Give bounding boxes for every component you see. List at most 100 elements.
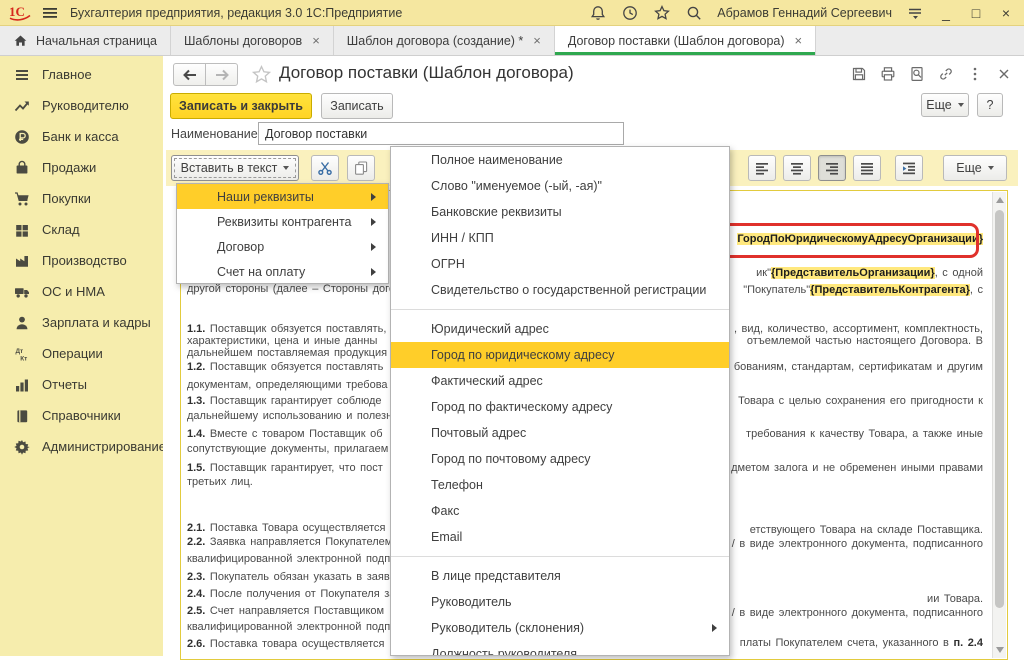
menu-item-label: Телефон [431, 478, 483, 492]
tab-3[interactable]: Договор поставки (Шаблон договора)× [555, 26, 816, 55]
save-and-close-button[interactable]: Записать и закрыть [170, 93, 312, 119]
global-search-icon[interactable] [685, 4, 703, 22]
sidebar-item-label: Операции [42, 346, 103, 361]
notifications-bell-icon[interactable] [589, 4, 607, 22]
submenu-item-19[interactable]: Руководитель (склонения) [391, 615, 729, 641]
contract-text-line: третьих лиц. [187, 474, 253, 490]
current-user-name[interactable]: Абрамов Геннадий Сергеевич [717, 6, 892, 20]
get-link-icon[interactable] [938, 66, 954, 82]
print-icon[interactable] [880, 66, 896, 82]
scroll-up-arrow-icon[interactable] [996, 197, 1004, 203]
submenu-item-12[interactable]: Город по почтовому адресу [391, 446, 729, 472]
save-button[interactable]: Записать [321, 93, 393, 119]
help-button[interactable]: ? [977, 93, 1003, 117]
scroll-down-arrow-icon[interactable] [996, 647, 1004, 653]
save-icon[interactable] [851, 66, 867, 82]
sidebar-item-1[interactable]: Руководителю [0, 90, 163, 121]
copy-button[interactable] [347, 155, 375, 181]
align-justify-icon [859, 160, 875, 176]
nav-forward-button[interactable] [205, 63, 238, 86]
sidebar-item-4[interactable]: Покупки [0, 183, 163, 214]
submenu-item-11[interactable]: Почтовый адрес [391, 420, 729, 446]
submenu-item-4[interactable]: ОГРН [391, 251, 729, 277]
tab-1[interactable]: Шаблоны договоров× [171, 26, 334, 55]
factory-icon [14, 253, 30, 269]
window-minimize-button[interactable]: _ [938, 6, 954, 20]
sidebar-item-label: Главное [42, 67, 92, 82]
sidebar-item-11[interactable]: Справочники [0, 400, 163, 431]
sidebar-item-7[interactable]: ОС и НМА [0, 276, 163, 307]
submenu-item-5[interactable]: Свидетельство о государственной регистра… [391, 277, 729, 303]
align-center-button[interactable] [783, 155, 811, 181]
submenu-item-13[interactable]: Телефон [391, 472, 729, 498]
sidebar-item-8[interactable]: Зарплата и кадры [0, 307, 163, 338]
insert-menu-item-2[interactable]: Договор [177, 234, 388, 259]
add-to-favorites-star-icon[interactable] [251, 64, 272, 85]
insert-into-text-button[interactable]: Вставить в текст [171, 155, 299, 181]
sidebar-item-3[interactable]: Продажи [0, 152, 163, 183]
submenu-item-2[interactable]: Банковские реквизиты [391, 199, 729, 225]
cut-button[interactable] [311, 155, 339, 181]
tab-0[interactable]: Начальная страница [0, 26, 171, 55]
nav-back-button[interactable] [173, 63, 206, 86]
sidebar-item-2[interactable]: Банк и касса [0, 121, 163, 152]
submenu-item-7[interactable]: Юридический адрес [391, 316, 729, 342]
scrollbar-thumb[interactable] [995, 210, 1004, 608]
window-close-button[interactable]: × [998, 6, 1014, 20]
submenu-item-17[interactable]: В лице представителя [391, 563, 729, 589]
print-preview-icon[interactable] [909, 66, 925, 82]
menu-item-label: Полное наименование [431, 153, 563, 167]
menu-item-label: Фактический адрес [431, 374, 543, 388]
favorites-star-icon[interactable] [653, 4, 671, 22]
sidebar-item-6[interactable]: Производство [0, 245, 163, 276]
menu-item-label: Свидетельство о государственной регистра… [431, 283, 706, 297]
insert-menu-item-3[interactable]: Счет на оплату [177, 259, 388, 284]
tab-close-icon[interactable]: × [533, 33, 541, 48]
tab-2[interactable]: Шаблон договора (создание) * × [334, 26, 555, 55]
insert-menu-item-0[interactable]: Наши реквизиты [177, 184, 388, 209]
align-justify-button[interactable] [853, 155, 881, 181]
tab-close-icon[interactable]: × [795, 33, 803, 48]
document-scrollbar[interactable] [992, 192, 1006, 658]
submenu-item-8[interactable]: Город по юридическому адресу [391, 342, 729, 368]
sidebar-item-9[interactable]: ДтКтОперации [0, 338, 163, 369]
align-left-button[interactable] [748, 155, 776, 181]
our-requisites-submenu: Полное наименование Слово "именуемое (-ый… [390, 146, 730, 656]
submenu-item-9[interactable]: Фактический адрес [391, 368, 729, 394]
sidebar-item-12[interactable]: Администрирование [0, 431, 163, 462]
page-title: Договор поставки (Шаблон договора) [279, 63, 574, 83]
submenu-item-10[interactable]: Город по фактическому адресу [391, 394, 729, 420]
sidebar-item-label: Банк и касса [42, 129, 119, 144]
submenu-item-18[interactable]: Руководитель [391, 589, 729, 615]
sidebar-item-0[interactable]: Главное [0, 59, 163, 90]
main-menu-hamburger-icon[interactable] [40, 4, 60, 22]
submenu-item-20[interactable]: Должность руководителя [391, 641, 729, 656]
submenu-item-3[interactable]: ИНН / КПП [391, 225, 729, 251]
insert-menu-item-1[interactable]: Реквизиты контрагента [177, 209, 388, 234]
more-dots-icon[interactable] [967, 66, 983, 82]
submenu-item-15[interactable]: Email [391, 524, 729, 550]
tab-close-icon[interactable]: × [312, 33, 320, 48]
more-button-toolbar[interactable]: Еще [943, 155, 1007, 181]
submenu-item-14[interactable]: Факс [391, 498, 729, 524]
more-button-header[interactable]: Еще [921, 93, 969, 117]
person-icon [14, 315, 30, 331]
submenu-item-0[interactable]: Полное наименование [391, 147, 729, 173]
sidebar-item-label: Склад [42, 222, 80, 237]
service-menu-icon[interactable] [906, 4, 924, 22]
book-icon [14, 408, 30, 424]
menu-item-label: Банковские реквизиты [431, 205, 562, 219]
align-right-button[interactable] [818, 155, 846, 181]
history-icon[interactable] [621, 4, 639, 22]
name-input[interactable] [258, 122, 624, 145]
indent-button[interactable] [895, 155, 923, 181]
submenu-item-1[interactable]: Слово "именуемое (-ый, -ая)" [391, 173, 729, 199]
sidebar-item-10[interactable]: Отчеты [0, 369, 163, 400]
bar-chart-icon [14, 377, 30, 393]
window-maximize-button[interactable]: □ [968, 6, 984, 20]
close-form-icon[interactable] [996, 66, 1012, 82]
contract-text-line: ик"{ПредставительОрганизации}, с одной [756, 265, 983, 281]
app-title: Бухгалтерия предприятия, редакция 3.0 1С… [70, 6, 402, 20]
sidebar-item-5[interactable]: Склад [0, 214, 163, 245]
tab-label: Шаблон договора (создание) * [347, 34, 523, 48]
